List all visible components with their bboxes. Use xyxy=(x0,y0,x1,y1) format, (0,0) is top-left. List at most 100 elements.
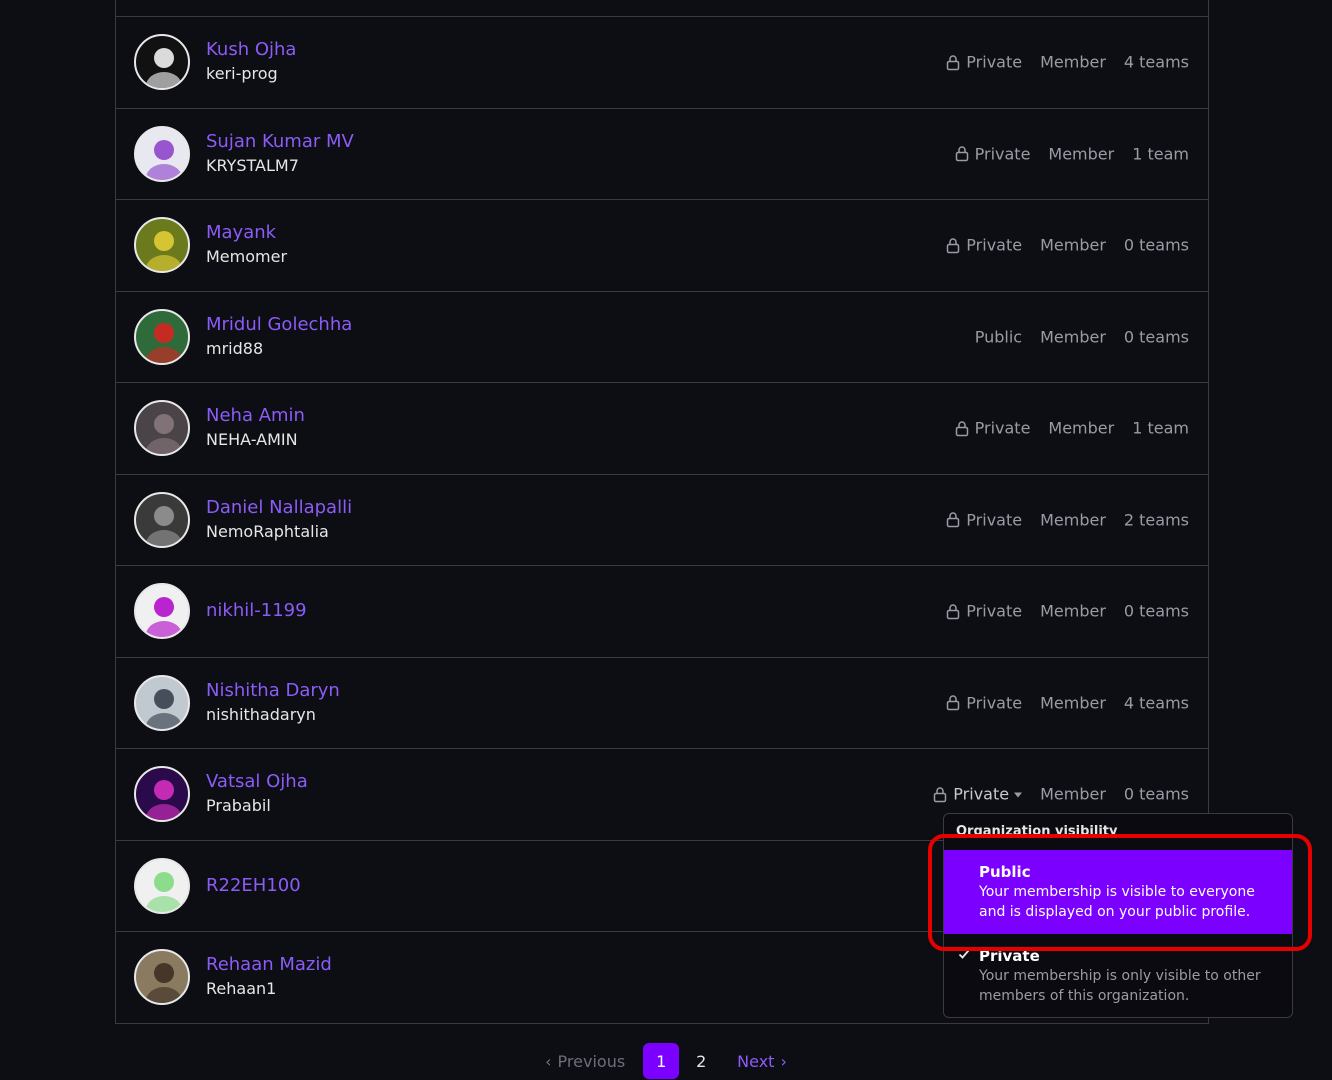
visibility-label: Private xyxy=(966,693,1023,713)
check-icon xyxy=(958,949,970,959)
lock-icon xyxy=(947,55,960,70)
member-names: nikhil-1199 xyxy=(206,599,307,623)
member-login: nishithadaryn xyxy=(206,704,316,724)
member-name-link[interactable]: Mridul Golechha xyxy=(206,313,352,337)
role-label[interactable]: Member xyxy=(1048,419,1114,438)
avatar[interactable] xyxy=(134,125,190,182)
member-meta: Private Member 4 teams xyxy=(946,693,1189,712)
member-name-link[interactable]: R22EH100 xyxy=(206,874,301,898)
dropdown-title: Organization visibility xyxy=(956,824,1118,839)
teams-count-link[interactable]: 4 teams xyxy=(1124,53,1189,72)
member-name-link[interactable]: Sujan Kumar MV xyxy=(206,130,354,154)
member-names: Mayank Memomer xyxy=(206,221,287,269)
member-name-link[interactable]: Mayank xyxy=(206,221,287,245)
avatar[interactable] xyxy=(134,217,190,274)
lock-icon xyxy=(955,421,968,436)
teams-count-link[interactable]: 1 team xyxy=(1132,419,1189,438)
member-login: Prababil xyxy=(206,796,271,816)
lock-icon xyxy=(947,604,960,619)
visibility-toggle[interactable]: Private xyxy=(955,418,1031,438)
next-label: Next xyxy=(737,1051,775,1071)
avatar[interactable] xyxy=(134,949,190,1006)
member-row: Nishitha Daryn nishithadaryn Private Member… xyxy=(116,658,1208,749)
member-row: Kush Ojha keri-prog Private Member 4 teams xyxy=(116,17,1208,109)
chevron-right-icon: › xyxy=(780,1051,787,1071)
chevron-left-icon: ‹ xyxy=(545,1051,552,1071)
option-description: Your membership is visible to everyone a… xyxy=(979,884,1255,920)
next-page-button[interactable]: Next › xyxy=(737,1052,793,1071)
member-names: Vatsal Ojha Prababil xyxy=(206,770,308,818)
visibility-label: Private xyxy=(966,601,1023,621)
visibility-toggle[interactable]: Public xyxy=(975,327,1022,346)
role-label[interactable]: Member xyxy=(1040,785,1106,804)
member-meta: Private Member 0 teams xyxy=(946,602,1189,621)
member-login: keri-prog xyxy=(206,64,278,84)
avatar[interactable] xyxy=(134,491,190,548)
member-row: Mridul Golechha mrid88 Public Member 0 teams xyxy=(116,292,1208,383)
member-name-link[interactable]: Kush Ojha xyxy=(206,38,296,62)
avatar[interactable] xyxy=(134,583,190,640)
teams-count-link[interactable]: 0 teams xyxy=(1124,602,1189,621)
visibility-label: Private xyxy=(966,235,1023,255)
teams-count-link[interactable]: 0 teams xyxy=(1124,785,1189,804)
member-name-link[interactable]: Neha Amin xyxy=(206,404,305,428)
member-row: Daniel Nallapalli NemoRaphtalia Private Mem… xyxy=(116,475,1208,566)
teams-count-link[interactable]: 4 teams xyxy=(1124,693,1189,712)
member-name-link[interactable]: Daniel Nallapalli xyxy=(206,496,352,520)
visibility-label: Private xyxy=(953,784,1010,804)
option-title: Public xyxy=(979,863,1031,881)
role-label[interactable]: Member xyxy=(1040,510,1106,529)
member-meta: Private Member 1 team xyxy=(955,144,1189,163)
member-names: Rehaan Mazid Rehaan1 xyxy=(206,953,332,1001)
avatar[interactable] xyxy=(134,400,190,457)
visibility-toggle[interactable]: Private xyxy=(946,693,1022,712)
role-label[interactable]: Member xyxy=(1040,693,1106,712)
page-1-button[interactable]: 1 xyxy=(643,1043,680,1079)
visibility-toggle[interactable]: Private xyxy=(946,236,1022,255)
page-2-button[interactable]: 2 xyxy=(683,1043,719,1079)
teams-count-link[interactable]: 0 teams xyxy=(1124,327,1189,346)
visibility-dropdown: Organization visibility Public Your memb… xyxy=(943,813,1293,1018)
visibility-label: Private xyxy=(974,144,1031,164)
member-meta: Private Member 0 teams xyxy=(946,236,1189,255)
member-meta: Public Member 0 teams xyxy=(975,327,1189,346)
member-name-link[interactable]: Rehaan Mazid xyxy=(206,953,332,977)
member-row: Neha Amin NEHA-AMIN Private Member 1 team xyxy=(116,383,1208,475)
member-name-link[interactable]: Vatsal Ojha xyxy=(206,770,308,794)
visibility-toggle[interactable]: Private xyxy=(955,144,1031,164)
member-names: R22EH100 xyxy=(206,874,301,898)
role-label[interactable]: Member xyxy=(1040,602,1106,621)
role-label[interactable]: Member xyxy=(1040,53,1106,72)
visibility-toggle[interactable]: Private xyxy=(946,53,1022,72)
visibility-toggle[interactable]: Private xyxy=(933,784,1023,804)
avatar[interactable] xyxy=(134,308,190,365)
member-name-link[interactable]: Nishitha Daryn xyxy=(206,679,340,703)
member-login: Rehaan1 xyxy=(206,979,277,999)
lock-icon xyxy=(947,238,960,253)
visibility-label: Private xyxy=(974,418,1031,438)
member-names: Daniel Nallapalli NemoRaphtalia xyxy=(206,496,352,544)
avatar[interactable] xyxy=(134,857,190,914)
avatar[interactable] xyxy=(134,34,190,91)
role-label[interactable]: Member xyxy=(1040,327,1106,346)
avatar[interactable] xyxy=(134,766,190,823)
teams-count-link[interactable]: 0 teams xyxy=(1124,236,1189,255)
previous-page-button[interactable]: ‹ Previous xyxy=(539,1052,625,1071)
visibility-option-public[interactable]: Public Your membership is visible to eve… xyxy=(944,850,1292,934)
role-label[interactable]: Member xyxy=(1040,236,1106,255)
role-label[interactable]: Member xyxy=(1048,144,1114,163)
visibility-label: Private xyxy=(966,52,1023,72)
previous-label: Previous xyxy=(557,1051,626,1071)
member-row: Sujan Kumar MV KRYSTALM7 Private Member 1 te… xyxy=(116,109,1208,200)
visibility-label: Private xyxy=(966,510,1023,530)
teams-count-link[interactable]: 1 team xyxy=(1132,144,1189,163)
avatar[interactable] xyxy=(134,674,190,731)
member-names: Sujan Kumar MV KRYSTALM7 xyxy=(206,130,354,178)
member-login: Memomer xyxy=(206,247,288,267)
teams-count-link[interactable]: 2 teams xyxy=(1124,510,1189,529)
member-name-link[interactable]: nikhil-1199 xyxy=(206,599,307,623)
member-names: Mridul Golechha mrid88 xyxy=(206,313,352,361)
visibility-toggle[interactable]: Private xyxy=(946,602,1022,621)
visibility-option-private[interactable]: Private Your membership is only visible … xyxy=(944,934,1292,1016)
visibility-toggle[interactable]: Private xyxy=(946,510,1022,529)
